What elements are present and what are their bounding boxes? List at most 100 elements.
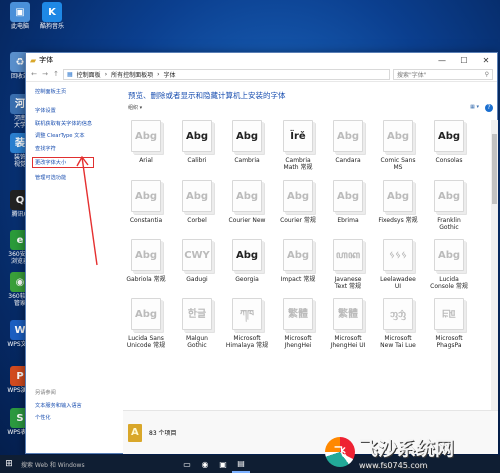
font-sample: Abg [333, 120, 363, 152]
item-count: 83 个项目 [149, 430, 177, 437]
task-link[interactable]: 字体设置 [35, 107, 121, 114]
font-item[interactable]: CWY Gadugi [174, 239, 220, 283]
font-sample: Abg [131, 180, 161, 212]
font-item[interactable]: Abg Cambria [224, 120, 270, 164]
font-sample: ᦀᦁ [383, 298, 413, 330]
font-name: Candara [335, 157, 361, 164]
font-item[interactable]: Abg Courier 常规 [275, 180, 321, 224]
font-item[interactable]: Abg Franklin Gothic [426, 180, 472, 231]
font-item[interactable]: Abg Constantia [123, 180, 169, 224]
browser-taskbar-icon[interactable]: ◉ [196, 455, 214, 473]
font-sample: CWY [182, 239, 212, 271]
help-icon[interactable]: ? [485, 103, 493, 112]
font-item[interactable]: Abg Calibri [174, 120, 220, 164]
view-options-icon[interactable]: ▦ ▾ [470, 104, 479, 112]
font-item[interactable]: 繁體 Microsoft JhengHei [275, 298, 321, 349]
font-item[interactable]: ꦲꦏ Javanese Text 常规 [325, 239, 371, 290]
font-name: Cambria Math 常规 [283, 157, 313, 171]
font-preview-icon: 繁體 [329, 298, 367, 332]
font-sample: 繁體 [333, 298, 363, 330]
desktop-icon[interactable]: ▣ 此电脑 [3, 2, 37, 30]
font-name: Consolas [435, 157, 463, 164]
forward-icon[interactable]: → [41, 70, 49, 78]
breadcrumb-1[interactable]: 所有控制面板项 [111, 70, 153, 79]
main-pane: 预览、删除或者显示和隐藏计算机上安装的字体 组织 ▾ ▦ ▾ ? Abg Aria… [123, 82, 498, 454]
font-name: Georgia [235, 276, 259, 283]
font-preview-icon: Abg [178, 120, 216, 154]
address-bar[interactable]: ▦ 控制面板 › 所有控制面板项 › 字体 [63, 68, 390, 80]
taskbar-search[interactable]: 搜索 Web 和 Windows [18, 455, 178, 473]
font-item[interactable]: Abg Corbel [174, 180, 220, 224]
left-pane: 控制面板主页 字体设置联机获取有关字体的信息 调整 ClearType 文本 查找字符… [26, 82, 121, 454]
task-link[interactable]: 联机获取有关字体的信息 [35, 120, 121, 127]
font-item[interactable]: Abg Candara [325, 120, 371, 164]
breadcrumb-0[interactable]: 控制面板 [77, 70, 101, 79]
font-name: Lucida Sans Unicode 常规 [126, 335, 166, 349]
font-name: Leelawadee UI [380, 276, 416, 290]
start-button[interactable]: ⊞ [0, 455, 18, 473]
font-item[interactable]: Abg Georgia [224, 239, 270, 283]
font-item[interactable]: Abg Impact 常规 [275, 239, 321, 283]
font-item[interactable]: Abg Gabriola 常规 [123, 239, 169, 283]
font-item[interactable]: Ïrě Cambria Math 常规 [275, 120, 321, 171]
control-panel-taskbar-icon[interactable]: ▤ [232, 455, 250, 473]
font-name: Lucida Console 常规 [430, 276, 468, 290]
close-button[interactable]: ✕ [475, 53, 497, 67]
font-item[interactable]: ཀཁ Microsoft Himalaya 常规 [224, 298, 270, 349]
font-sample: Abg [182, 180, 212, 212]
font-item[interactable]: Abg Courier New [224, 180, 270, 224]
back-icon[interactable]: ← [30, 70, 38, 78]
organize-button[interactable]: 组织 ▾ [128, 104, 142, 111]
font-sample: Ïrě [283, 120, 313, 152]
font-item[interactable]: ᛃᛃᛃ Leelawadee UI [375, 239, 421, 290]
app-taskbar-icon[interactable]: ▣ [214, 455, 232, 473]
font-item[interactable]: ᦀᦁ Microsoft New Tai Lue [375, 298, 421, 349]
font-item[interactable]: Abg Comic Sans MS [375, 120, 421, 171]
maximize-button[interactable]: ☐ [453, 53, 475, 67]
breadcrumb-2[interactable]: 字体 [164, 70, 176, 79]
font-sample: Abg [131, 239, 161, 271]
font-name: Comic Sans MS [380, 157, 416, 171]
font-name: Ebrima [337, 217, 359, 224]
font-sample: 한글 [182, 298, 212, 330]
font-item[interactable]: Abg Lucida Console 常规 [426, 239, 472, 290]
font-item[interactable]: Abg Consolas [426, 120, 472, 164]
font-name: Microsoft New Tai Lue [380, 335, 416, 349]
font-item[interactable]: Abg Lucida Sans Unicode 常规 [123, 298, 169, 349]
font-preview-icon: CWY [178, 239, 216, 273]
see-also-link-text-services[interactable]: 文本服务和输入语言 [35, 402, 82, 409]
font-name: Constantia [129, 217, 163, 224]
up-icon[interactable]: ↑ [52, 70, 60, 78]
font-grid: Abg Arial Abg Calibri Abg Cambria Ïrě Cambria M… [123, 120, 498, 410]
font-sample: Abg [232, 120, 262, 152]
font-preview-icon: Abg [127, 180, 165, 214]
font-name: Arial [139, 157, 153, 164]
desktop-icon-label: 酷狗音乐 [39, 23, 64, 30]
font-sample: Abg [383, 120, 413, 152]
task-view-icon[interactable]: ▭ [178, 455, 196, 473]
font-preview-icon: Abg [279, 239, 317, 273]
vertical-scrollbar[interactable] [491, 120, 498, 410]
font-item[interactable]: 繁體 Microsoft JhengHei UI [325, 298, 371, 349]
see-also-link-personalization[interactable]: 个性化 [35, 414, 82, 421]
font-name: Microsoft JhengHei UI [330, 335, 366, 349]
font-preview-icon: Abg [127, 298, 165, 332]
scrollbar-thumb[interactable] [492, 134, 497, 204]
task-link[interactable]: 管理可选功能 [35, 174, 121, 181]
font-item[interactable]: Abg Arial [123, 120, 169, 164]
search-input[interactable]: 搜索"字体" ⚲ [393, 68, 493, 80]
control-panel-home-link[interactable]: 控制面板主页 [35, 88, 121, 95]
font-preview-icon: Abg [379, 180, 417, 214]
font-item[interactable]: 한글 Malgun Gothic [174, 298, 220, 349]
task-link[interactable]: 更改字体大小 [32, 157, 94, 168]
task-link[interactable]: 查找字符 [35, 145, 121, 152]
font-item[interactable]: Abg Ebrima [325, 180, 371, 224]
minimize-button[interactable]: — [431, 53, 453, 67]
font-item[interactable]: Abg Fixedsys 常规 [375, 180, 421, 224]
task-link[interactable]: 调整 ClearType 文本 [35, 132, 121, 139]
font-item[interactable]: ꡀꡁ Microsoft PhagsPa [426, 298, 472, 349]
desktop-icon[interactable]: K 酷狗音乐 [35, 2, 69, 30]
font-preview-icon: 한글 [178, 298, 216, 332]
search-icon[interactable]: ⚲ [485, 71, 489, 78]
app-icon: K [42, 2, 62, 22]
